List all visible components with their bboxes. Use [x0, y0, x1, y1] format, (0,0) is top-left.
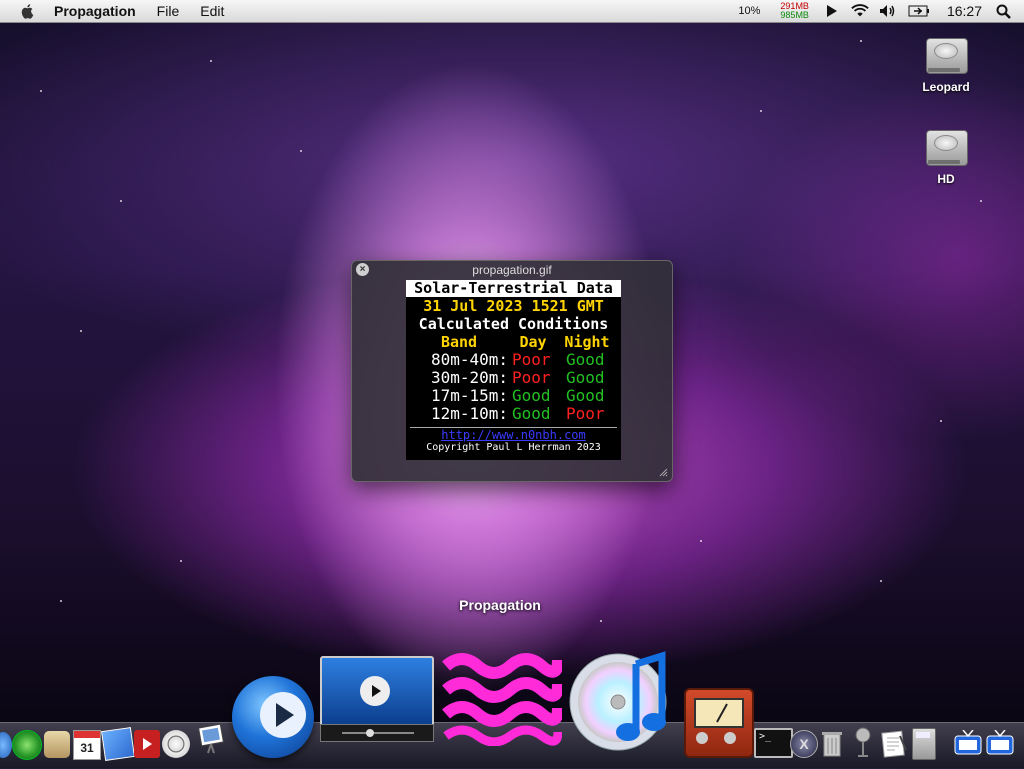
table-row: 12m-10m: Good Poor	[406, 405, 621, 423]
calendar-icon[interactable]: 31	[73, 730, 101, 760]
video-player-icon[interactable]	[320, 656, 434, 742]
row-night: Good	[566, 386, 605, 405]
trash-can-icon[interactable]	[822, 730, 842, 758]
propagation-gif: Solar-Terrestrial Data 31 Jul 2023 1521 …	[406, 280, 621, 460]
iphoto-icon[interactable]	[101, 727, 135, 761]
play-icon[interactable]	[823, 3, 841, 19]
close-icon[interactable]: ×	[356, 263, 369, 276]
file-menu[interactable]: File	[157, 3, 180, 19]
tv-icon[interactable]	[986, 729, 1014, 756]
front-row-icon[interactable]	[162, 730, 190, 758]
memory-free: 985MB	[780, 10, 809, 20]
desktop-icon-label: Leopard	[922, 80, 970, 94]
gif-table-header: Band Day Night	[406, 333, 621, 351]
wifi-icon[interactable]	[851, 3, 869, 19]
table-row: 80m-40m: Poor Good	[406, 351, 621, 369]
row-band: 12m-10m:	[430, 404, 508, 423]
apple-menu-icon[interactable]	[20, 3, 36, 19]
gif-title: Solar-Terrestrial Data	[406, 280, 621, 297]
row-day: Poor	[512, 368, 551, 387]
dock-hover-label: Propagation	[459, 597, 541, 613]
podcast-icon[interactable]	[852, 726, 874, 758]
row-day: Good	[512, 404, 551, 423]
row-day: Good	[512, 386, 551, 405]
row-night: Poor	[566, 404, 605, 423]
resize-grip-icon[interactable]	[658, 467, 668, 477]
quicklook-window: × propagation.gif Solar-Terrestrial Data…	[351, 260, 673, 482]
gif-copyright: Copyright Paul L Herrman 2023	[426, 442, 601, 453]
address-book-icon[interactable]	[44, 731, 70, 758]
row-night: Good	[566, 350, 605, 369]
textedit-icon[interactable]	[880, 730, 908, 758]
window-title: propagation.gif	[472, 263, 552, 277]
row-day: Poor	[512, 350, 551, 369]
tv-icon[interactable]	[954, 729, 982, 756]
quicktime-icon[interactable]	[232, 676, 314, 758]
audio-meter-icon[interactable]	[684, 688, 754, 758]
safari-icon[interactable]	[12, 730, 42, 760]
preview-icon[interactable]	[196, 722, 226, 754]
header-day: Day	[519, 333, 547, 351]
gif-url: http://www.n0nbh.com	[441, 428, 586, 442]
header-band: Band	[440, 333, 478, 351]
row-band: 30m-20m:	[430, 368, 508, 387]
spotlight-search-icon[interactable]	[994, 3, 1012, 19]
x11-icon[interactable]: X	[790, 730, 818, 758]
table-row: 30m-20m: Poor Good	[406, 369, 621, 387]
memory-meter[interactable]: 291MB 985MB	[780, 2, 809, 20]
desktop-icon-leopard[interactable]: Leopard	[906, 32, 986, 94]
row-band: 17m-15m:	[430, 386, 508, 405]
row-night: Good	[566, 368, 605, 387]
gif-date: 31 Jul 2023 1521 GMT	[423, 297, 604, 315]
itunes-icon[interactable]	[566, 648, 678, 752]
terminal-icon[interactable]: >_	[754, 728, 793, 758]
menu-extras: 10% 291MB 985MB 16:27	[738, 0, 1024, 22]
row-band: 80m-40m:	[430, 350, 508, 369]
menu-clock[interactable]: 16:27	[947, 3, 982, 19]
volume-icon[interactable]	[879, 3, 897, 19]
hard-drive-icon	[924, 32, 968, 76]
table-row: 17m-15m: Good Good	[406, 387, 621, 405]
header-night: Night	[564, 333, 610, 351]
propagation-app-icon[interactable]	[440, 646, 564, 747]
calculator-icon[interactable]	[912, 728, 936, 760]
edit-menu[interactable]: Edit	[200, 3, 224, 19]
dvd-player-icon[interactable]	[134, 730, 160, 758]
app-menu[interactable]: Propagation	[54, 3, 136, 19]
battery-icon[interactable]	[907, 3, 931, 19]
cpu-meter[interactable]: 10%	[738, 5, 760, 17]
hard-drive-icon	[924, 124, 968, 168]
desktop-icon-label: HD	[937, 172, 955, 186]
menu-bar: Propagation File Edit 10% 291MB 985MB 16…	[0, 0, 1024, 23]
desktop-icon-hd[interactable]: HD	[906, 124, 986, 186]
gif-subtitle: Calculated Conditions	[418, 315, 609, 333]
